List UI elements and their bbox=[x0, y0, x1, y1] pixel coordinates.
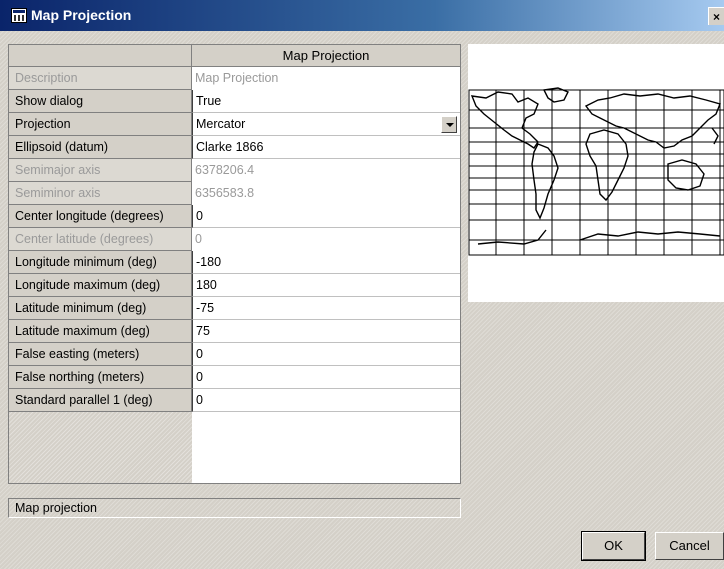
property-value-latitude-minimum-deg[interactable]: -75 bbox=[192, 297, 460, 320]
property-grid: Map Projection Description Map Projection… bbox=[8, 44, 461, 484]
property-value-text: 6356583.8 bbox=[195, 186, 255, 200]
grid-row-semiminor-axis: Semiminor axis 6356583.8 bbox=[9, 182, 460, 205]
property-value-text: -180 bbox=[196, 255, 222, 269]
grid-row-latitude-maximum-deg[interactable]: Latitude maximum (deg) 75 bbox=[9, 320, 460, 343]
property-label: False northing (meters) bbox=[9, 366, 192, 389]
property-label: Latitude minimum (deg) bbox=[9, 297, 192, 320]
grid-row-false-easting-meters[interactable]: False easting (meters) 0 bbox=[9, 343, 460, 366]
property-value-text: 75 bbox=[196, 324, 210, 338]
property-value-standard-parallel-1-deg[interactable]: 0 bbox=[192, 389, 460, 412]
property-label: Ellipsoid (datum) bbox=[9, 136, 192, 159]
grid-row-description: Description Map Projection bbox=[9, 67, 460, 90]
property-value-text: 0 bbox=[196, 393, 203, 407]
property-label: False easting (meters) bbox=[9, 343, 192, 366]
property-value-text: 0 bbox=[196, 370, 203, 384]
grid-row-longitude-maximum-deg[interactable]: Longitude maximum (deg) 180 bbox=[9, 274, 460, 297]
property-value-false-easting-meters[interactable]: 0 bbox=[192, 343, 460, 366]
property-value-text: 0 bbox=[195, 232, 202, 246]
property-label: Semimajor axis bbox=[9, 159, 192, 182]
ok-button[interactable]: OK bbox=[581, 531, 646, 561]
property-label: Show dialog bbox=[9, 90, 192, 113]
property-label: Semiminor axis bbox=[9, 182, 192, 205]
window-title: Map Projection bbox=[31, 7, 132, 23]
close-button[interactable]: × bbox=[708, 7, 724, 25]
grid-corner-header bbox=[9, 45, 192, 67]
grid-row-longitude-minimum-deg[interactable]: Longitude minimum (deg) -180 bbox=[9, 251, 460, 274]
grid-row-semimajor-axis: Semimajor axis 6378206.4 bbox=[9, 159, 460, 182]
property-label: Latitude maximum (deg) bbox=[9, 320, 192, 343]
property-label: Projection bbox=[9, 113, 192, 136]
property-value-description: Map Projection bbox=[192, 67, 460, 90]
property-label: Longitude maximum (deg) bbox=[9, 274, 192, 297]
property-value-semimajor-axis: 6378206.4 bbox=[192, 159, 460, 182]
property-label: Standard parallel 1 (deg) bbox=[9, 389, 192, 412]
property-value-show-dialog[interactable]: True bbox=[192, 90, 460, 113]
property-value-text: Mercator bbox=[196, 117, 246, 131]
property-value-text: 0 bbox=[196, 347, 203, 361]
property-value-ellipsoid-datum[interactable]: Clarke 1866 bbox=[192, 136, 460, 159]
world-map-icon bbox=[468, 44, 724, 302]
grid-row-center-longitude-degrees[interactable]: Center longitude (degrees) 0 bbox=[9, 205, 460, 228]
property-label: Center longitude (degrees) bbox=[9, 205, 192, 228]
property-value-longitude-maximum-deg[interactable]: 180 bbox=[192, 274, 460, 297]
property-label: Description bbox=[9, 67, 192, 90]
property-value-text: True bbox=[196, 94, 222, 108]
property-value-false-northing-meters[interactable]: 0 bbox=[192, 366, 460, 389]
property-value-center-longitude-degrees[interactable]: 0 bbox=[192, 205, 460, 228]
grid-row-show-dialog[interactable]: Show dialog True bbox=[9, 90, 460, 113]
cancel-button[interactable]: Cancel bbox=[655, 532, 724, 560]
property-value-text: 180 bbox=[196, 278, 217, 292]
grid-row-standard-parallel-1-deg[interactable]: Standard parallel 1 (deg) 0 bbox=[9, 389, 460, 412]
grid-row-false-northing-meters[interactable]: False northing (meters) 0 bbox=[9, 366, 460, 389]
property-value-center-latitude-degrees: 0 bbox=[192, 228, 460, 251]
grid-row-projection[interactable]: Projection Mercator bbox=[9, 113, 460, 136]
property-value-text: 6378206.4 bbox=[195, 163, 255, 177]
grid-column-header: Map Projection bbox=[192, 45, 460, 67]
property-value-semiminor-axis: 6356583.8 bbox=[192, 182, 460, 205]
property-value-text: 0 bbox=[196, 209, 203, 223]
property-value-latitude-maximum-deg[interactable]: 75 bbox=[192, 320, 460, 343]
description-status: Map projection bbox=[8, 498, 461, 518]
property-value-longitude-minimum-deg[interactable]: -180 bbox=[192, 251, 460, 274]
grid-row-latitude-minimum-deg[interactable]: Latitude minimum (deg) -75 bbox=[9, 297, 460, 320]
title-bar: Map Projection × bbox=[0, 0, 724, 31]
property-value-text: Clarke 1866 bbox=[196, 140, 264, 154]
grid-row-ellipsoid-datum[interactable]: Ellipsoid (datum) Clarke 1866 bbox=[9, 136, 460, 159]
dropdown-arrow-icon[interactable] bbox=[441, 116, 457, 133]
app-icon bbox=[11, 8, 27, 23]
property-value-text: Map Projection bbox=[195, 71, 279, 85]
property-label: Longitude minimum (deg) bbox=[9, 251, 192, 274]
property-value-text: -75 bbox=[196, 301, 215, 315]
property-value-projection[interactable]: Mercator bbox=[192, 113, 460, 136]
property-label: Center latitude (degrees) bbox=[9, 228, 192, 251]
map-preview bbox=[468, 44, 724, 302]
grid-row-center-latitude-degrees: Center latitude (degrees) 0 bbox=[9, 228, 460, 251]
